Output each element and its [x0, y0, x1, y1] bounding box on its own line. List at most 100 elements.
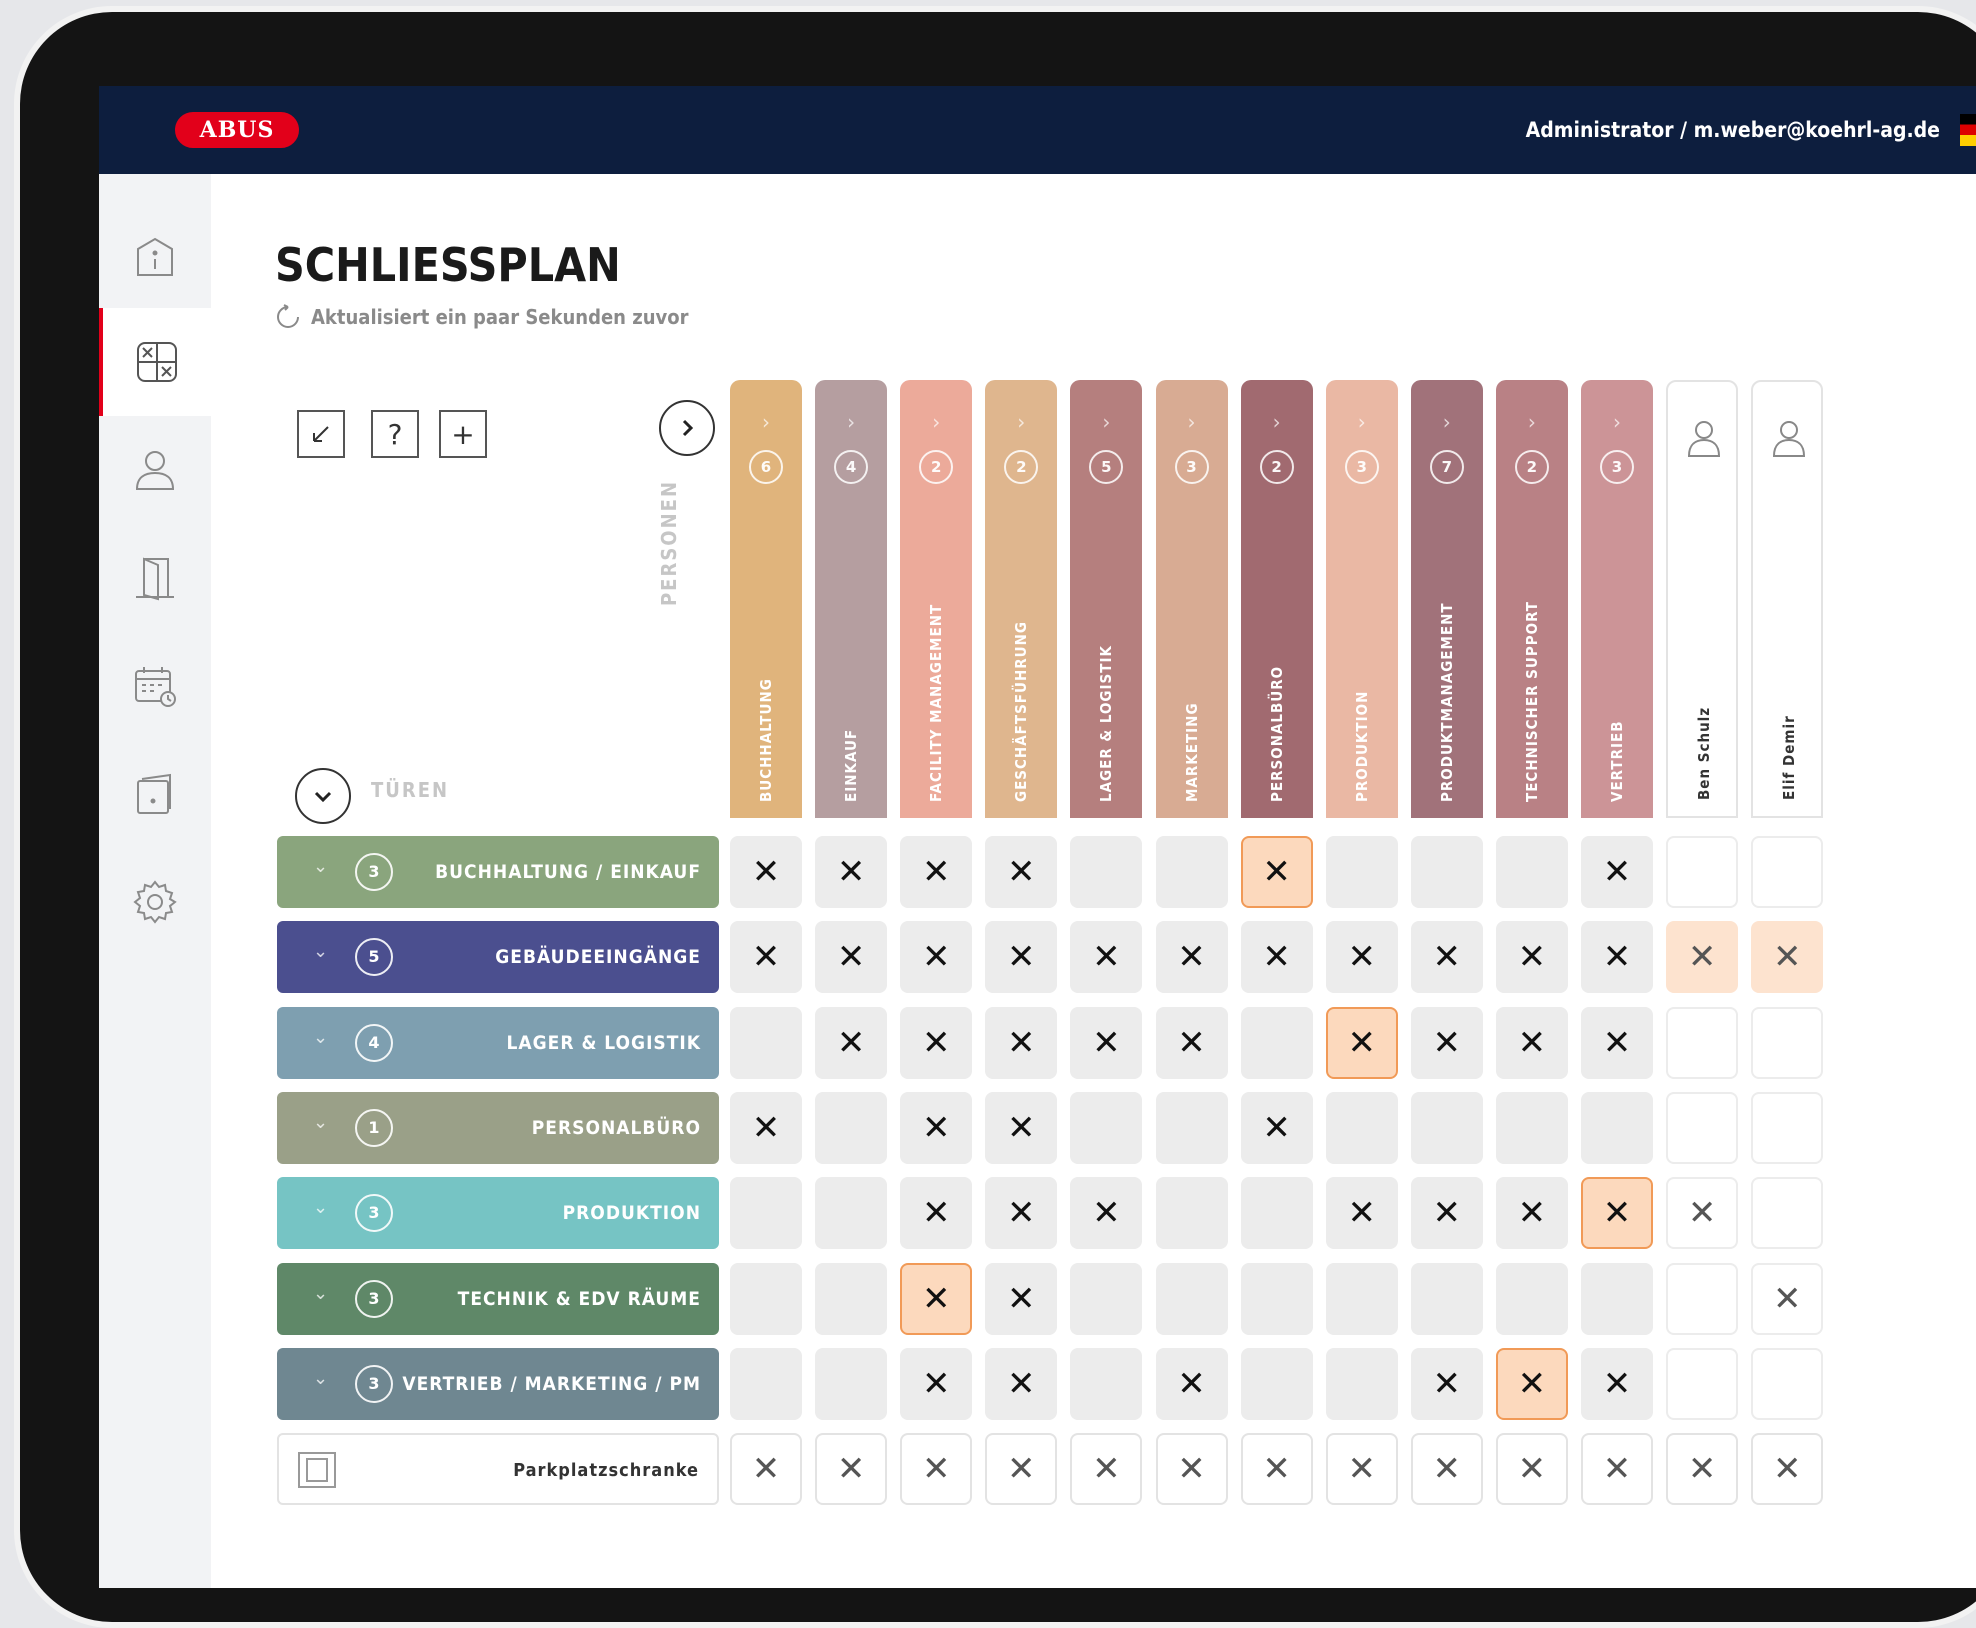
- permission-cell[interactable]: ✕: [1155, 1347, 1228, 1420]
- sidebar-item-schedule[interactable]: [99, 632, 211, 740]
- person-column[interactable]: Elif Demir: [1751, 380, 1824, 818]
- permission-cell[interactable]: ✕: [1410, 1177, 1483, 1250]
- sidebar-item-devices[interactable]: [99, 740, 211, 848]
- group-column[interactable]: › 3 PRODUKTION: [1325, 380, 1398, 818]
- permission-cell[interactable]: ✕: [900, 1347, 973, 1420]
- sidebar-item-users[interactable]: [99, 416, 211, 524]
- group-column[interactable]: › 2 GESCHÄFTSFÜHRUNG: [985, 380, 1058, 818]
- permission-cell[interactable]: ✕: [815, 1433, 888, 1506]
- permission-cell[interactable]: ✕: [1410, 1006, 1483, 1079]
- sidebar-item-settings[interactable]: [99, 848, 211, 956]
- permission-cell[interactable]: ✕: [985, 836, 1058, 908]
- permission-cell[interactable]: [1410, 1262, 1483, 1335]
- chevron-right-icon[interactable]: ›: [1411, 410, 1483, 434]
- back-button[interactable]: [297, 410, 345, 458]
- permission-cell[interactable]: [1666, 1347, 1739, 1420]
- permission-cell[interactable]: [1325, 1347, 1398, 1420]
- permission-cell[interactable]: ✕: [1495, 1347, 1568, 1420]
- sidebar-item-info[interactable]: [99, 204, 211, 312]
- group-column[interactable]: › 3 MARKETING: [1155, 380, 1228, 818]
- chevron-right-icon[interactable]: ›: [1581, 410, 1653, 434]
- permission-cell[interactable]: ✕: [730, 1091, 802, 1164]
- permission-cell[interactable]: [730, 1262, 802, 1335]
- permission-cell[interactable]: [815, 1091, 888, 1164]
- permission-cell[interactable]: [1155, 1091, 1228, 1164]
- permission-cell[interactable]: ✕: [900, 1262, 973, 1335]
- chevron-right-icon[interactable]: ›: [730, 410, 802, 434]
- permission-cell[interactable]: [815, 1347, 888, 1420]
- permission-cell[interactable]: ✕: [1751, 1433, 1824, 1506]
- permission-cell[interactable]: ✕: [1155, 1006, 1228, 1079]
- permission-cell[interactable]: [1325, 1091, 1398, 1164]
- permission-cell[interactable]: ✕: [1581, 836, 1653, 908]
- chevron-down-icon[interactable]: ⌄: [313, 1197, 328, 1218]
- permission-cell[interactable]: [1325, 836, 1398, 908]
- door-row-label[interactable]: Parkplatzschranke: [277, 1433, 719, 1506]
- permission-cell[interactable]: ✕: [1070, 1433, 1143, 1506]
- permission-cell[interactable]: ✕: [1240, 921, 1313, 994]
- permission-cell[interactable]: [815, 1262, 888, 1335]
- permission-cell[interactable]: [1495, 1262, 1568, 1335]
- permission-cell[interactable]: [730, 1006, 802, 1079]
- chevron-right-icon[interactable]: ›: [1241, 410, 1313, 434]
- permission-cell[interactable]: [1155, 1262, 1228, 1335]
- permission-cell[interactable]: ✕: [1495, 1006, 1568, 1079]
- permission-cell[interactable]: ✕: [900, 1433, 973, 1506]
- permission-cell[interactable]: [1240, 1262, 1313, 1335]
- group-column[interactable]: › 3 VERTRIEB: [1581, 380, 1653, 818]
- permission-cell[interactable]: [1581, 1262, 1653, 1335]
- group-column[interactable]: › 6 BUCHHALTUNG: [730, 380, 802, 818]
- group-column[interactable]: › 5 LAGER & LOGISTIK: [1070, 380, 1143, 818]
- permission-cell[interactable]: ✕: [1410, 1347, 1483, 1420]
- chevron-right-icon[interactable]: ›: [1070, 410, 1142, 434]
- chevron-right-icon[interactable]: ›: [900, 410, 972, 434]
- permission-cell[interactable]: ✕: [985, 1091, 1058, 1164]
- permission-cell[interactable]: ✕: [1240, 1091, 1313, 1164]
- permission-cell[interactable]: [1410, 836, 1483, 908]
- permission-cell[interactable]: [1070, 836, 1143, 908]
- permission-cell[interactable]: [730, 1347, 802, 1420]
- permission-cell[interactable]: [1240, 1347, 1313, 1420]
- chevron-down-icon[interactable]: ⌄: [313, 1027, 328, 1048]
- permission-cell[interactable]: ✕: [1581, 1347, 1653, 1420]
- permission-cell[interactable]: [1155, 836, 1228, 908]
- permission-cell[interactable]: [1070, 1262, 1143, 1335]
- expand-persons-button[interactable]: [659, 400, 715, 456]
- permission-cell[interactable]: [1240, 1006, 1313, 1079]
- permission-cell[interactable]: ✕: [1666, 1433, 1739, 1506]
- sidebar-item-doors[interactable]: [99, 524, 211, 632]
- chevron-down-icon[interactable]: ⌄: [313, 1112, 328, 1133]
- door-group-row[interactable]: ⌄ 4 LAGER & LOGISTIK: [277, 1006, 719, 1079]
- permission-cell[interactable]: ✕: [1155, 921, 1228, 994]
- permission-cell[interactable]: ✕: [1581, 1433, 1653, 1506]
- door-group-row[interactable]: ⌄ 3 TECHNIK & EDV RÄUME: [277, 1262, 719, 1335]
- permission-cell[interactable]: [1751, 1177, 1824, 1250]
- permission-cell[interactable]: ✕: [985, 1433, 1058, 1506]
- user-account[interactable]: Administrator / m.weber@koehrl-ag.de: [1526, 86, 1940, 174]
- permission-cell[interactable]: [1751, 1091, 1824, 1164]
- permission-cell[interactable]: ✕: [1666, 1177, 1739, 1250]
- permission-cell[interactable]: ✕: [1070, 1006, 1143, 1079]
- permission-cell[interactable]: ✕: [1325, 1177, 1398, 1250]
- sidebar-item-lockplan[interactable]: [99, 308, 211, 416]
- chevron-right-icon[interactable]: ›: [1496, 410, 1568, 434]
- door-group-row[interactable]: ⌄ 3 VERTRIEB / MARKETING / PM: [277, 1347, 719, 1420]
- permission-cell[interactable]: ✕: [1240, 1433, 1313, 1506]
- permission-cell[interactable]: [1070, 1347, 1143, 1420]
- permission-cell[interactable]: ✕: [1495, 1433, 1568, 1506]
- refresh-icon[interactable]: [275, 304, 301, 330]
- permission-cell[interactable]: ✕: [1581, 1177, 1653, 1250]
- permission-cell[interactable]: ✕: [985, 1177, 1058, 1250]
- chevron-right-icon[interactable]: ›: [985, 410, 1057, 434]
- door-group-row[interactable]: ⌄ 3 BUCHHALTUNG / EINKAUF: [277, 836, 719, 908]
- permission-cell[interactable]: ✕: [1581, 1006, 1653, 1079]
- permission-cell[interactable]: ✕: [1155, 1433, 1228, 1506]
- permission-cell[interactable]: ✕: [1751, 921, 1824, 994]
- chevron-right-icon[interactable]: ›: [1156, 410, 1228, 434]
- expand-doors-button[interactable]: [295, 768, 351, 824]
- group-column[interactable]: › 2 PERSONALBÜRO: [1240, 380, 1313, 818]
- permission-cell[interactable]: ✕: [1325, 921, 1398, 994]
- permission-cell[interactable]: [1751, 1347, 1824, 1420]
- permission-cell[interactable]: ✕: [1410, 921, 1483, 994]
- permission-cell[interactable]: ✕: [1581, 921, 1653, 994]
